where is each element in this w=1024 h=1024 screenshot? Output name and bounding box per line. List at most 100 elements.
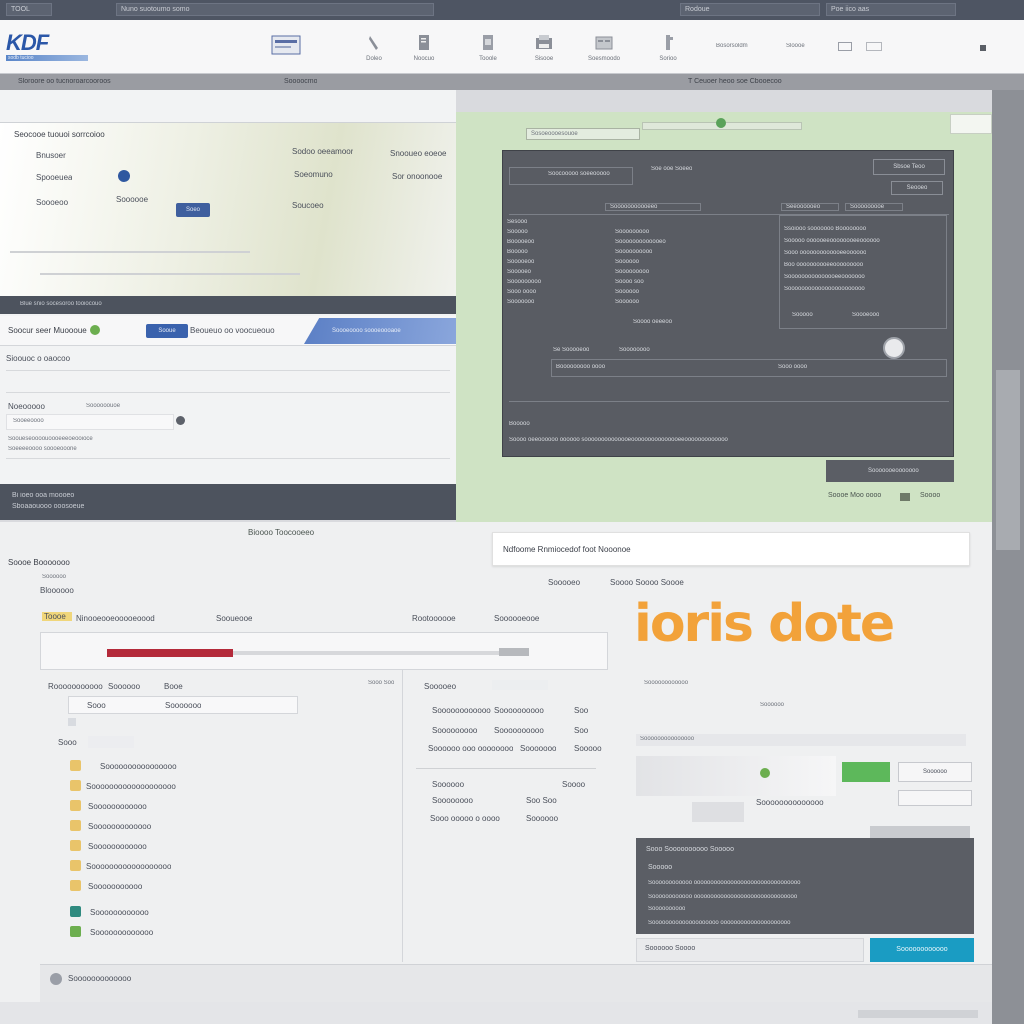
dialog-tab[interactable]: Seeoooooeo [781, 203, 839, 211]
dialog-description-line: Sooo ooooooooooooeeoooooo [784, 250, 867, 256]
dialog-center-label: Soooo oeeeoo [633, 319, 673, 325]
folder-list-item[interactable]: Soooooooooooooooooo [86, 862, 171, 871]
nav-item-dashboard[interactable]: Doleo [256, 34, 316, 56]
folder-list-item[interactable]: Soooooooooooo [90, 908, 149, 917]
tab-link[interactable]: Soooeoooo soooeoooaoe [304, 318, 456, 344]
dialog-value: Soooo soo [615, 279, 644, 285]
nav-label: Tooole [479, 56, 497, 62]
dialog-apply-button[interactable]: Sooooooeooooooo [826, 460, 954, 482]
right-link[interactable]: Soooooooooooooo [756, 798, 824, 807]
dialog-value: Sooooooooo [615, 229, 650, 235]
folder-list-item[interactable]: Sooooooooooooo [90, 928, 153, 937]
pager[interactable] [858, 1010, 978, 1018]
top-strip-address-bar[interactable]: Nuno suotoumo somo [116, 3, 434, 16]
strip-text: Blue snio socesoroo tooiocouo [20, 301, 102, 307]
mid-row-right: Soo [574, 726, 589, 735]
header-link[interactable]: Bosorsoldm [716, 43, 748, 49]
progress-label: Rootoooooe [412, 614, 456, 623]
info-icon[interactable] [176, 416, 185, 425]
tab-active[interactable]: Soocur seer Muoooue [8, 326, 87, 335]
dialog-input-row[interactable]: Booooooooo oooo Sooo oooo [551, 359, 947, 377]
folder-list-item[interactable]: Soooooooooooooooo [100, 762, 177, 771]
dialog-line: Se Sooooeoo [553, 347, 590, 353]
nav-item-documents[interactable]: Noocuo [394, 34, 454, 62]
dialog-tab[interactable]: Sooooooooe [845, 203, 903, 211]
right-button[interactable]: Soooooo [898, 762, 972, 782]
right-search[interactable]: Sooooooooooooooo [636, 734, 966, 746]
refresh-icon[interactable] [883, 337, 905, 359]
dialog-footer-label: Booooo [509, 421, 530, 427]
confirm-green-button[interactable] [842, 762, 890, 782]
form-label: Rooooooooooo [48, 682, 103, 691]
folder-list-item[interactable]: Soooooooooooo [88, 842, 147, 851]
summary-label: Sooooo [648, 864, 673, 871]
dashboard-icon [271, 35, 301, 55]
dialog-button-secondary[interactable]: Seooeo [891, 181, 943, 195]
tab-secondary[interactable]: Beoueuo oo voocueouo [190, 326, 275, 335]
dialog-label: Sesooo [507, 219, 528, 225]
right-scroll-column[interactable] [992, 90, 1024, 1024]
selected-chip[interactable]: Soeo [176, 203, 210, 217]
nav-label: Noocuo [413, 56, 435, 62]
nav-item-files[interactable]: Tooole [458, 34, 518, 62]
dialog-description-line: Sooooooooooooooooooooooo [784, 286, 865, 292]
wrench-icon [369, 36, 378, 50]
progress-panel [40, 632, 608, 670]
row-right: Snooueo eoeoe [390, 149, 447, 158]
status-icon [50, 973, 62, 985]
form-input[interactable]: Sooo Sooooooo [68, 696, 298, 714]
folder-list-item[interactable]: Sooooooooooo [88, 882, 142, 891]
scrollbar-thumb[interactable] [996, 370, 1020, 550]
page-icon [900, 493, 910, 501]
folder-list-item[interactable]: Sooooooooooooo [88, 822, 151, 831]
dialog-button-primary[interactable]: Sbsoe Teoo [873, 159, 945, 175]
dialog-title-field: Soocooooo soeeooooo [548, 171, 610, 177]
folder-list-item[interactable]: Sooooooooooooooooooo [86, 782, 176, 791]
header-link[interactable]: Sloooe [786, 43, 805, 49]
nav-item-settings[interactable]: Sorioo [638, 34, 698, 62]
right-secondary-button[interactable] [898, 790, 972, 806]
bottom-header-right: Soooo Soooo Soooe [610, 578, 684, 587]
row-right: Sor onoonooe [392, 172, 443, 181]
preview-thumbnail [636, 756, 836, 796]
grid-icon[interactable] [838, 42, 852, 51]
status-text: Sooooooooooooo [68, 974, 132, 983]
row-mid: Soeomuno [294, 170, 333, 179]
notification-popup[interactable]: Ndfoome Rnmiocedof foot Nooonoe [492, 532, 970, 566]
bottom-margin [0, 1002, 992, 1024]
menu-icon[interactable] [980, 45, 986, 51]
top-strip-tab[interactable]: TOOL [6, 3, 52, 16]
tab-button[interactable]: Sooue [146, 324, 188, 338]
divider [6, 458, 450, 459]
dialog-description-line: Boo oooooooooeeooooooooo [784, 262, 864, 268]
preview-field[interactable]: Sosoeoooesouoe [526, 128, 640, 140]
dialog-value: Sooooooooo [615, 269, 650, 275]
app-logo[interactable]: KDF sodb tucioo [6, 32, 88, 62]
checkbox-tag [88, 736, 134, 748]
submit-button[interactable]: Soooooooooooo [870, 938, 974, 962]
checkbox[interactable] [68, 718, 76, 726]
top-strip-menu[interactable]: Rodoue [680, 3, 820, 16]
dialog-small: Sooooo [792, 312, 813, 318]
dialog-input-label: Booooooooo oooo [556, 364, 606, 370]
top-strip-menu-right[interactable]: Poe iico aas [826, 3, 956, 16]
nav-item-storage[interactable]: Soesmoodo [574, 34, 634, 62]
progress-label: Sooueooe [216, 614, 253, 623]
divider [509, 401, 949, 402]
preview-bottom-text: Soooe Moo oooo [828, 492, 882, 499]
divider [416, 768, 596, 769]
folder-list-item[interactable]: Soooooooooooo [88, 802, 147, 811]
divider [10, 251, 250, 253]
progress-handle[interactable] [499, 648, 529, 656]
dialog-tab[interactable]: Sooooooooooeeo [605, 203, 701, 211]
nav-item-print[interactable]: Sisooe [514, 34, 574, 62]
row-left: Bnusoer [36, 151, 66, 160]
layout-icon[interactable] [866, 42, 882, 51]
text-field[interactable]: Sooeeoooo [6, 414, 174, 430]
corner-badge [950, 114, 992, 134]
preview-bottom-link[interactable]: Soooo [920, 492, 940, 499]
nav-label: Sorioo [659, 56, 677, 62]
slider-handle-icon[interactable] [716, 118, 726, 128]
dialog-value: Soooooooooo [615, 249, 653, 255]
form-input-value: Sooo [87, 701, 106, 710]
